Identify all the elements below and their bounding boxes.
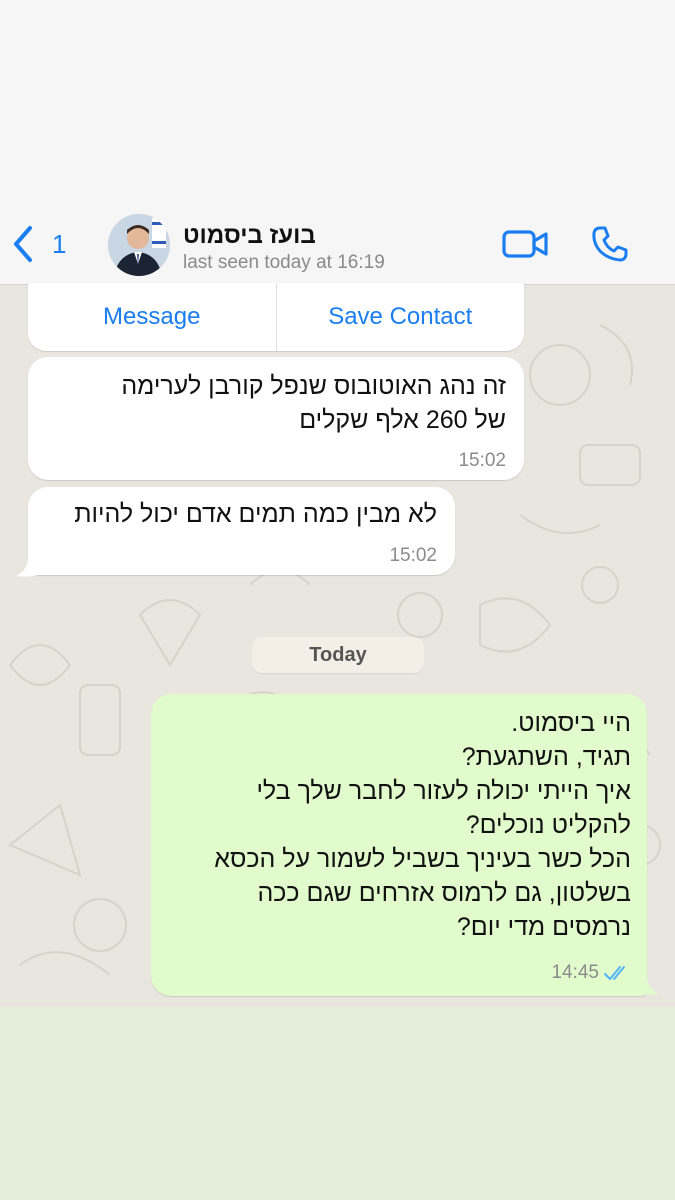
double-check-icon <box>604 966 625 980</box>
input-area <box>0 1007 675 1200</box>
incoming-message[interactable]: זה נהג האוטובוס שנפל קורבן לערימה של 260… <box>28 357 524 480</box>
outgoing-message[interactable]: היי ביסמוט. תגיד, השתגעת? איך הייתי יכול… <box>151 694 647 996</box>
message-time: 14:45 <box>551 962 599 983</box>
message-text: זה נהג האוטובוס שנפל קורבן לערימה של 260… <box>121 372 506 434</box>
message-time: 15:02 <box>389 545 437 566</box>
status-bar-area <box>0 0 675 200</box>
contact-name[interactable]: בועז ביסמוט <box>183 222 316 250</box>
back-button[interactable]: 1 <box>10 222 80 266</box>
avatar[interactable] <box>108 214 170 276</box>
message-time: 15:02 <box>458 450 506 471</box>
video-camera-icon <box>502 230 548 258</box>
save-contact-button[interactable]: Save Contact <box>277 283 525 351</box>
last-seen-status: last seen today at 16:19 <box>183 252 385 273</box>
bubble-tail <box>633 976 659 995</box>
voice-call-button[interactable] <box>588 222 632 266</box>
message-text: לא מבין כמה תמים אדם יכול להיות <box>74 500 437 528</box>
date-separator: Today <box>252 637 424 673</box>
contact-card: Message Save Contact <box>28 283 524 351</box>
message-text: היי ביסמוט. תגיד, השתגעת? איך הייתי יכול… <box>214 709 631 941</box>
message-contact-button[interactable]: Message <box>28 283 276 351</box>
video-call-button[interactable] <box>500 224 552 264</box>
incoming-message[interactable]: לא מבין כמה תמים אדם יכול להיות 15:02 <box>28 487 455 575</box>
unread-count: 1 <box>52 228 67 259</box>
chevron-left-icon <box>14 226 32 262</box>
bubble-tail <box>16 558 42 577</box>
phone-icon <box>592 226 628 262</box>
